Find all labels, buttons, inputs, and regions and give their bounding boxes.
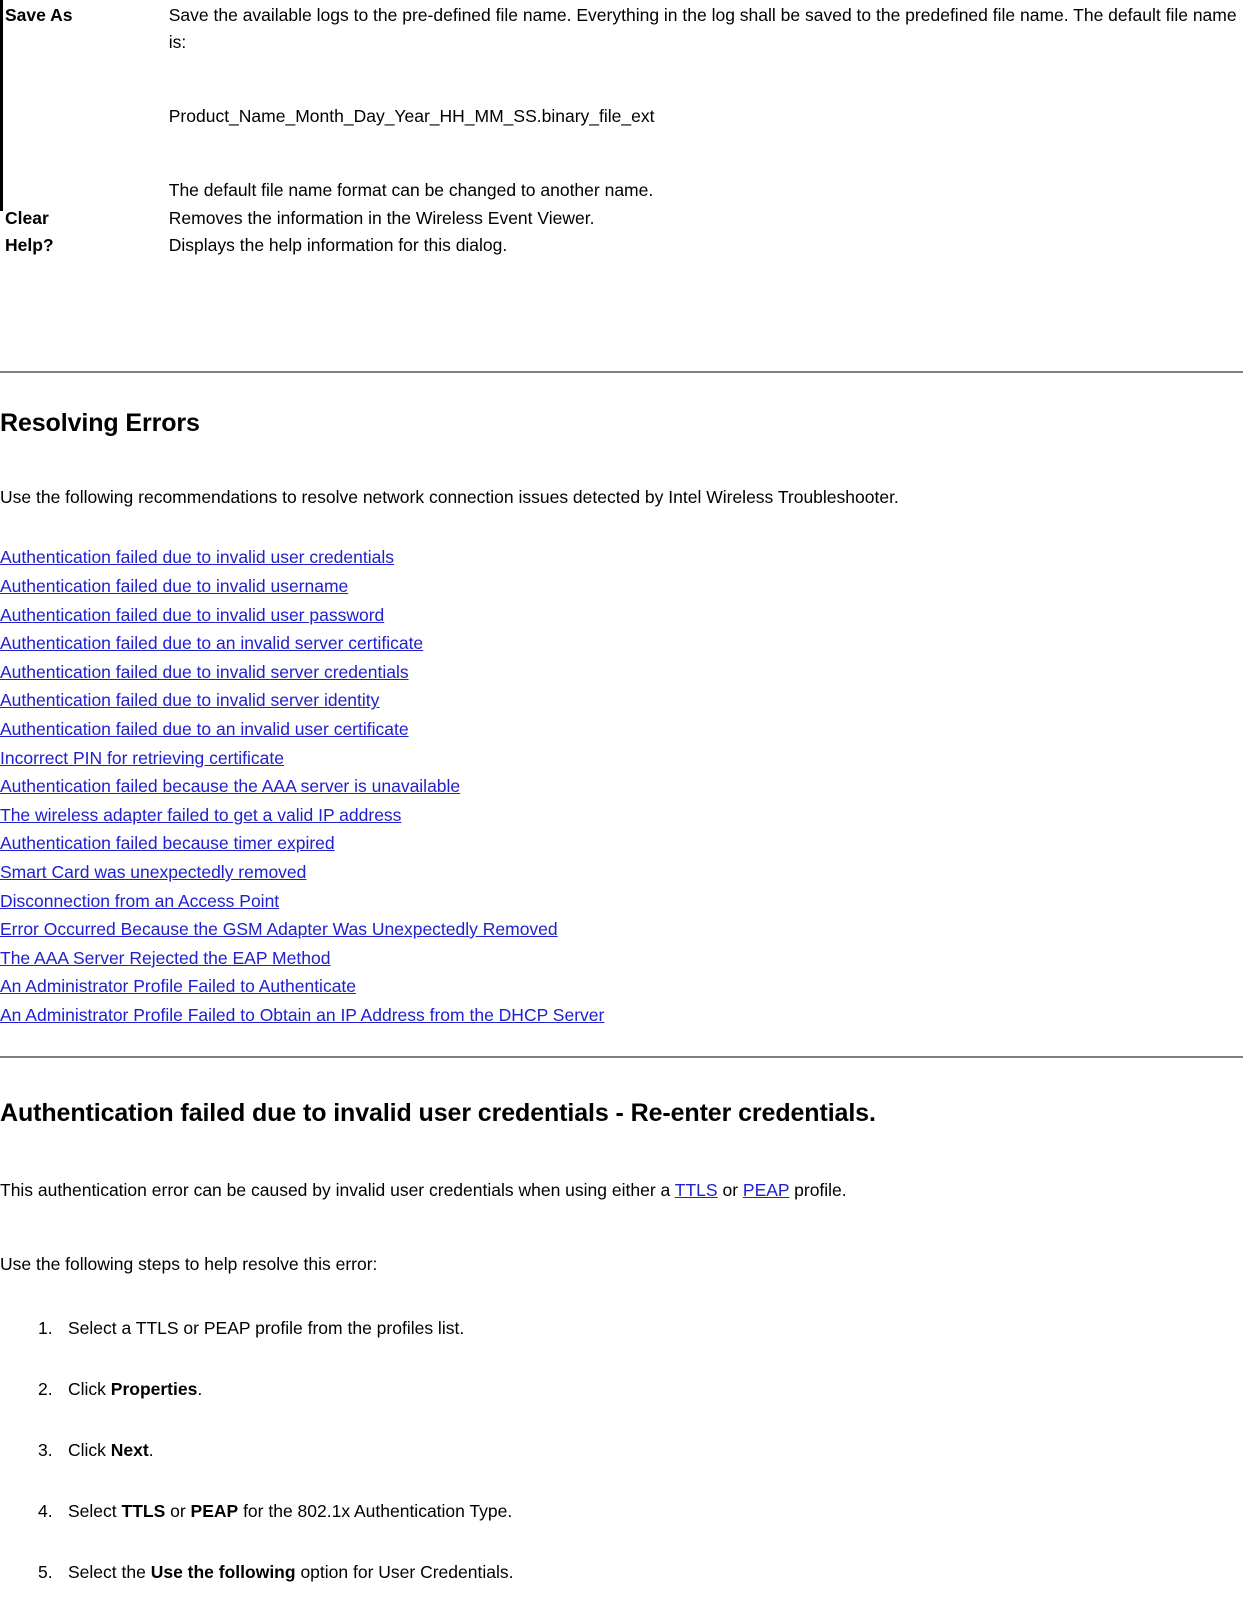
list-item: Smart Card was unexpectedly removed [0, 858, 1243, 887]
list-item: Authentication failed due to invalid use… [0, 601, 1243, 630]
list-item: Click Properties. [0, 1376, 1243, 1403]
list-item: Authentication failed because timer expi… [0, 829, 1243, 858]
step-1-pre: Select a TTLS or PEAP profile from the p… [68, 1317, 465, 1338]
list-item: Authentication failed due to invalid ser… [0, 658, 1243, 687]
auth-steps-lead: Use the following steps to help resolve … [0, 1254, 378, 1275]
link-peap[interactable]: PEAP [743, 1180, 789, 1200]
page-title-resolving-errors: Resolving Errors [0, 409, 200, 437]
step-4-bold: TTLS [121, 1500, 166, 1521]
clear-description-line-1: Removes the information in the Wireless … [168, 207, 595, 228]
step-5-pre: Select the [68, 1562, 151, 1582]
list-item: An Administrator Profile Failed to Obtai… [0, 1001, 1243, 1030]
link-auth-failed-invalid-username[interactable]: Authentication failed due to invalid use… [0, 576, 348, 596]
list-item: Select a TTLS or PEAP profile from the p… [0, 1315, 1243, 1342]
link-auth-failed-invalid-user-certificate[interactable]: Authentication failed due to an invalid … [0, 719, 409, 739]
list-item: Error Occurred Because the GSM Adapter W… [0, 915, 1243, 944]
link-auth-failed-timer-expired[interactable]: Authentication failed because timer expi… [0, 833, 335, 853]
resolution-steps-list: Select a TTLS or PEAP profile from the p… [0, 1315, 1243, 1587]
list-item: Authentication failed due to invalid use… [0, 543, 1243, 572]
list-item: Authentication failed due to an invalid … [0, 715, 1243, 744]
link-disconnection-from-access-point[interactable]: Disconnection from an Access Point [0, 891, 279, 911]
section-divider-top [0, 371, 1243, 373]
link-auth-failed-invalid-server-identity[interactable]: Authentication failed due to invalid ser… [0, 690, 379, 710]
link-smart-card-unexpectedly-removed[interactable]: Smart Card was unexpectedly removed [0, 862, 306, 882]
step-3-post: . [148, 1439, 154, 1460]
list-item: Disconnection from an Access Point [0, 887, 1243, 916]
save-as-description-line-3: The default file name format can be chan… [168, 180, 654, 201]
auth-intro-text-part1: This authentication error can be caused … [0, 1180, 675, 1201]
link-auth-failed-invalid-server-credentials[interactable]: Authentication failed due to invalid ser… [0, 662, 409, 682]
help-description-line-1: Displays the help information for this d… [168, 234, 508, 255]
description-save-as: Save the available logs to the pre-defin… [169, 2, 1243, 205]
link-admin-profile-failed-dhcp-ip[interactable]: An Administrator Profile Failed to Obtai… [0, 1005, 604, 1025]
list-item: The AAA Server Rejected the EAP Method [0, 944, 1243, 973]
list-item: Click Next. [0, 1437, 1243, 1464]
step-4-mid: or [165, 1500, 191, 1521]
auth-failed-intro: This authentication error can be caused … [0, 1177, 1243, 1204]
step-4-post: for the 802.1x Authentication Type. [238, 1500, 513, 1521]
save-as-default-filename-format: Product_Name_Month_Day_Year_HH_MM_SS.bin… [168, 106, 655, 127]
term-clear: Clear [5, 207, 49, 228]
auth-failed-section: Authentication failed due to invalid use… [0, 1098, 1243, 1620]
link-auth-failed-invalid-user-credentials[interactable]: Authentication failed due to invalid use… [0, 547, 394, 567]
link-ttls[interactable]: TTLS [675, 1180, 718, 1200]
page-title-auth-failed: Authentication failed due to invalid use… [0, 1099, 876, 1127]
term-save-as: Save As [5, 5, 73, 25]
term-help: Help? [5, 234, 54, 255]
resolving-errors-section: Resolving Errors Use the following recom… [0, 408, 1243, 1029]
step-2-post: . [197, 1378, 203, 1399]
list-item: The wireless adapter failed to get a val… [0, 801, 1243, 830]
table-row: Help? Displays the help information for … [5, 232, 1243, 259]
list-item: Authentication failed due to invalid ser… [0, 686, 1243, 715]
step-3-pre: Click [68, 1439, 111, 1460]
list-item: Authentication failed due to an invalid … [0, 629, 1243, 658]
link-wireless-adapter-failed-valid-ip[interactable]: The wireless adapter failed to get a val… [0, 805, 401, 825]
description-clear: Removes the information in the Wireless … [169, 205, 1243, 232]
table-row: Save As Save the available logs to the p… [5, 2, 1243, 205]
step-4-bold2: PEAP [190, 1500, 239, 1521]
list-item: Incorrect PIN for retrieving certificate [0, 744, 1243, 773]
table-row: Clear Removes the information in the Wir… [5, 205, 1243, 232]
auth-intro-text-part3: profile. [789, 1180, 847, 1201]
link-auth-failed-aaa-server-unavailable[interactable]: Authentication failed because the AAA se… [0, 776, 460, 796]
list-item: Authentication failed due to invalid use… [0, 572, 1243, 601]
link-auth-failed-invalid-user-password[interactable]: Authentication failed due to invalid use… [0, 605, 384, 625]
save-as-definition-table-region: Save As Save the available logs to the p… [0, 0, 1243, 259]
step-4-pre: Select [68, 1500, 122, 1521]
link-auth-failed-invalid-server-certificate[interactable]: Authentication failed due to an invalid … [0, 633, 423, 653]
link-admin-profile-failed-authenticate[interactable]: An Administrator Profile Failed to Authe… [0, 976, 356, 996]
step-2-pre: Click [68, 1378, 111, 1399]
revision-change-bar [0, 0, 3, 211]
step-5-bold: Use the following [150, 1562, 296, 1582]
section-divider-bottom [0, 1056, 1243, 1058]
description-help: Displays the help information for this d… [169, 232, 1243, 259]
step-3-bold: Next [110, 1439, 149, 1460]
step-2-bold: Properties [110, 1378, 198, 1399]
link-gsm-adapter-unexpectedly-removed[interactable]: Error Occurred Because the GSM Adapter W… [0, 919, 558, 939]
list-item: Authentication failed because the AAA se… [0, 772, 1243, 801]
link-aaa-server-rejected-eap-method[interactable]: The AAA Server Rejected the EAP Method [0, 948, 330, 968]
definition-table: Save As Save the available logs to the p… [5, 2, 1243, 259]
list-item: Select TTLS or PEAP for the 802.1x Authe… [0, 1498, 1243, 1525]
resolving-errors-intro: Use the following recommendations to res… [0, 487, 899, 508]
error-topic-link-list: Authentication failed due to invalid use… [0, 543, 1243, 1029]
link-incorrect-pin-retrieving-certificate[interactable]: Incorrect PIN for retrieving certificate [0, 748, 284, 768]
auth-intro-text-part2: or [717, 1180, 743, 1201]
list-item: An Administrator Profile Failed to Authe… [0, 972, 1243, 1001]
save-as-description-line-1: Save the available logs to the pre-defin… [168, 5, 1237, 53]
step-5-post: option for User Credentials. [295, 1562, 514, 1582]
list-item: Select the Use the following option for … [0, 1559, 1243, 1586]
